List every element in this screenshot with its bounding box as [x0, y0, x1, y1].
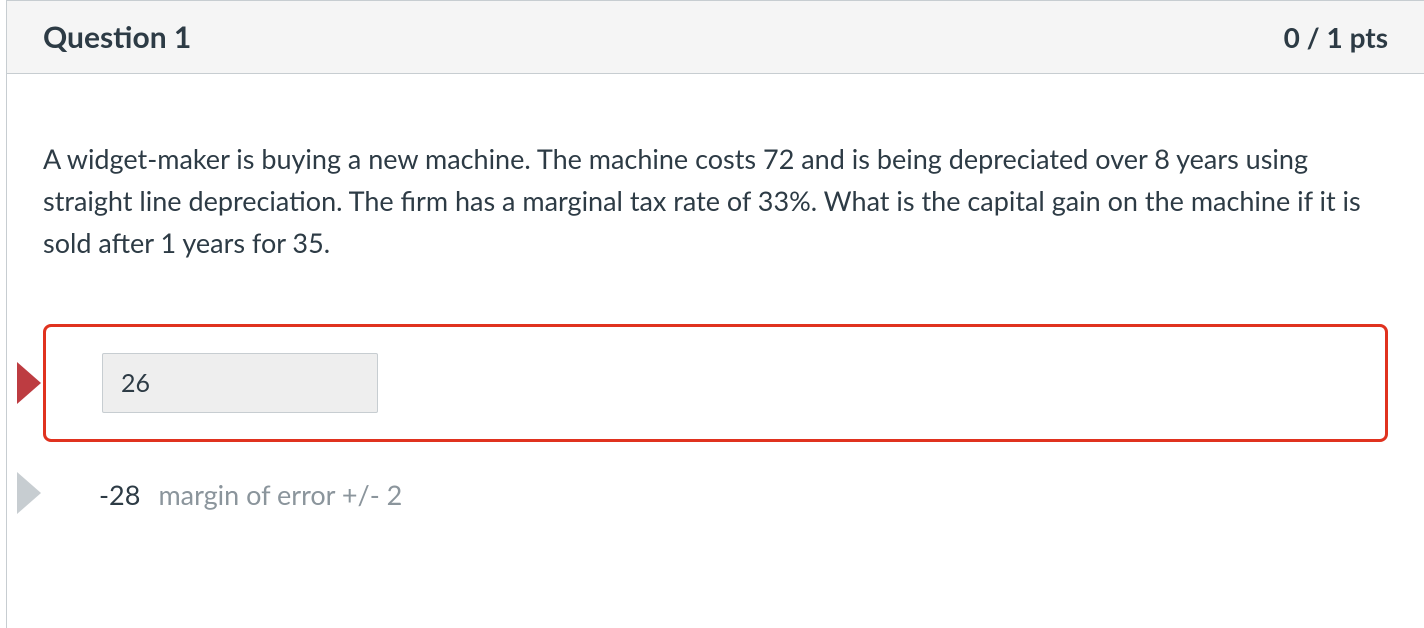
student-answer-value: 26 [102, 353, 378, 413]
question-container: Question 1 0 / 1 pts A widget-maker is b… [6, 0, 1424, 628]
student-answer-box: 26 [43, 324, 1388, 442]
question-title: Question 1 [43, 19, 191, 55]
incorrect-arrow-icon [17, 362, 41, 404]
neutral-arrow-icon [17, 472, 41, 514]
margin-of-error-label: margin of error +/- 2 [158, 478, 402, 511]
question-points: 0 / 1 pts [1284, 20, 1388, 54]
question-body: A widget-maker is buying a new machine. … [7, 74, 1424, 539]
question-header: Question 1 0 / 1 pts [7, 0, 1424, 74]
correct-answer-section: -28 margin of error +/- 2 [43, 478, 1388, 511]
correct-answer-value: -28 [99, 478, 140, 511]
question-text: A widget-maker is buying a new machine. … [43, 138, 1388, 264]
answer-section: 26 [43, 324, 1388, 442]
